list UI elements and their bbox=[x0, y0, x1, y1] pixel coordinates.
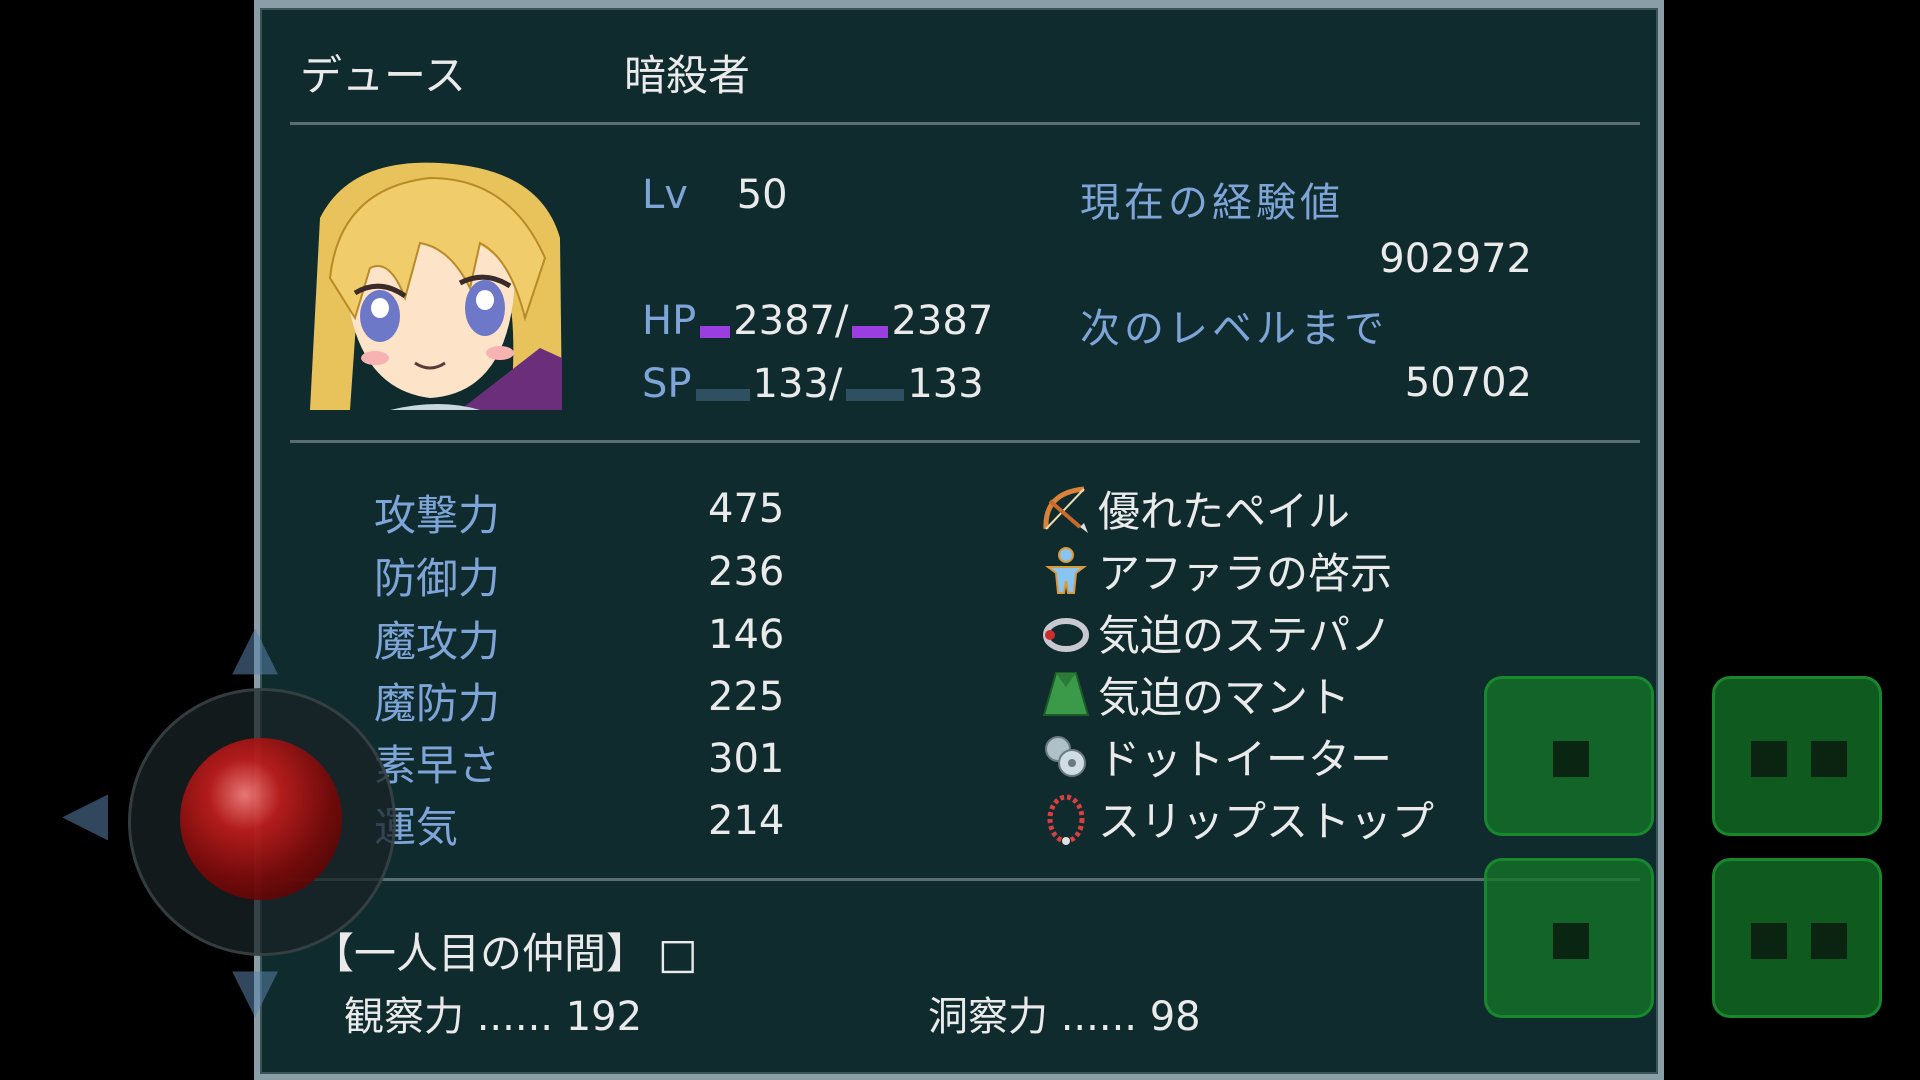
exp-current-label: 現在の経験値 bbox=[1080, 180, 1344, 226]
equip-name: ドットイーター bbox=[1098, 735, 1393, 784]
divider-middle bbox=[290, 440, 1640, 443]
status-window: デュース 暗殺者 Lv 50 HP 2387/ 2387 SP 133/ 133… bbox=[254, 0, 1664, 1080]
hp-label: HP bbox=[642, 298, 697, 344]
stat-value-magic-attack: 146 bbox=[708, 612, 785, 658]
stat-label-magic-attack: 魔攻力 bbox=[374, 617, 501, 666]
ring-icon bbox=[1040, 607, 1092, 659]
equip-name: 優れたペイル bbox=[1098, 487, 1351, 536]
pad-dot bbox=[1811, 923, 1847, 959]
stat-value-luck: 214 bbox=[708, 798, 785, 844]
pad-dot bbox=[1751, 741, 1787, 777]
exp-next-label: 次のレベルまで bbox=[1080, 306, 1388, 352]
sp-slash: / bbox=[828, 361, 843, 407]
level-row: Lv 50 bbox=[642, 172, 788, 218]
pad-dot bbox=[1553, 741, 1589, 777]
stat-value-defense: 236 bbox=[708, 549, 785, 595]
hp-bar-max bbox=[852, 326, 889, 338]
companion-heading-row: 【一人目の仲間】 □ bbox=[312, 920, 698, 981]
exp-next-value: 50702 bbox=[1404, 360, 1532, 406]
sp-current: 133 bbox=[752, 361, 829, 407]
necklace-icon bbox=[1040, 793, 1092, 845]
action-button-c[interactable] bbox=[1484, 858, 1654, 1018]
stat-value-speed: 301 bbox=[708, 736, 785, 782]
pad-dot bbox=[1553, 923, 1589, 959]
stat-value-attack: 475 bbox=[708, 486, 785, 532]
character-portrait bbox=[310, 158, 562, 410]
character-class: 暗殺者 bbox=[624, 51, 751, 100]
stat-label-attack: 攻撃力 bbox=[374, 491, 501, 540]
equip-name: アファラの啓示 bbox=[1098, 549, 1393, 598]
hp-max: 2387 bbox=[891, 298, 994, 344]
stat-label-defense: 防御力 bbox=[374, 554, 501, 603]
dpad-down-icon[interactable]: ▼ bbox=[232, 955, 278, 1025]
equip-slot-cloak[interactable]: 気迫のマント bbox=[1040, 664, 1350, 725]
equip-slot-accessory-2[interactable]: ドットイーター bbox=[1040, 726, 1392, 787]
stat-label-magic-defense: 魔防力 bbox=[374, 679, 501, 728]
gear-accessory-icon bbox=[1040, 731, 1092, 783]
figure-icon bbox=[1040, 545, 1092, 597]
dpad-up-icon[interactable]: ▲ bbox=[232, 612, 278, 682]
cloak-icon bbox=[1040, 669, 1092, 721]
sp-max: 133 bbox=[907, 361, 984, 407]
pad-dot bbox=[1811, 741, 1847, 777]
dpad-left-icon[interactable]: ◀ bbox=[62, 778, 108, 848]
level-value: 50 bbox=[736, 172, 788, 218]
action-button-d[interactable] bbox=[1712, 858, 1882, 1018]
sp-label: SP bbox=[642, 361, 692, 407]
hp-current: 2387 bbox=[733, 298, 835, 344]
virtual-joystick-knob[interactable] bbox=[180, 738, 342, 900]
companion-checkbox[interactable]: □ bbox=[658, 929, 698, 978]
stat-value-magic-defense: 225 bbox=[708, 674, 785, 720]
hp-slash: / bbox=[835, 298, 849, 344]
hp-bar-current bbox=[700, 326, 731, 338]
divider-top bbox=[290, 122, 1640, 125]
equip-name: 気迫のステパノ bbox=[1098, 611, 1393, 660]
divider-bottom bbox=[290, 878, 1640, 881]
equip-slot-armor[interactable]: アファラの啓示 bbox=[1040, 540, 1392, 601]
equip-slot-accessory-1[interactable]: 気迫のステパノ bbox=[1040, 602, 1392, 663]
bow-icon bbox=[1040, 483, 1092, 535]
sp-bar-max bbox=[846, 389, 905, 401]
sp-bar-current bbox=[695, 389, 750, 401]
sp-row: SP 133/133 bbox=[642, 361, 984, 407]
character-name: デュース bbox=[300, 51, 466, 100]
equip-slot-accessory-3[interactable]: スリップストップ bbox=[1040, 788, 1434, 849]
stat-label-speed: 素早さ bbox=[374, 741, 501, 790]
pad-dot bbox=[1751, 923, 1787, 959]
insight-stat: 洞察力 ...... 98 bbox=[928, 994, 1201, 1040]
action-button-a[interactable] bbox=[1484, 676, 1654, 836]
equip-name: スリップストップ bbox=[1098, 797, 1435, 846]
equip-name: 気迫のマント bbox=[1098, 673, 1351, 722]
observation-stat: 観察力 ...... 192 bbox=[344, 994, 643, 1040]
equip-slot-weapon[interactable]: 優れたペイル bbox=[1040, 478, 1350, 539]
action-button-b[interactable] bbox=[1712, 676, 1882, 836]
companion-heading: 【一人目の仲間】 bbox=[312, 929, 649, 978]
hp-row: HP 2387/2387 bbox=[642, 298, 993, 344]
level-label: Lv bbox=[642, 172, 688, 218]
exp-current-value: 902972 bbox=[1379, 236, 1532, 282]
